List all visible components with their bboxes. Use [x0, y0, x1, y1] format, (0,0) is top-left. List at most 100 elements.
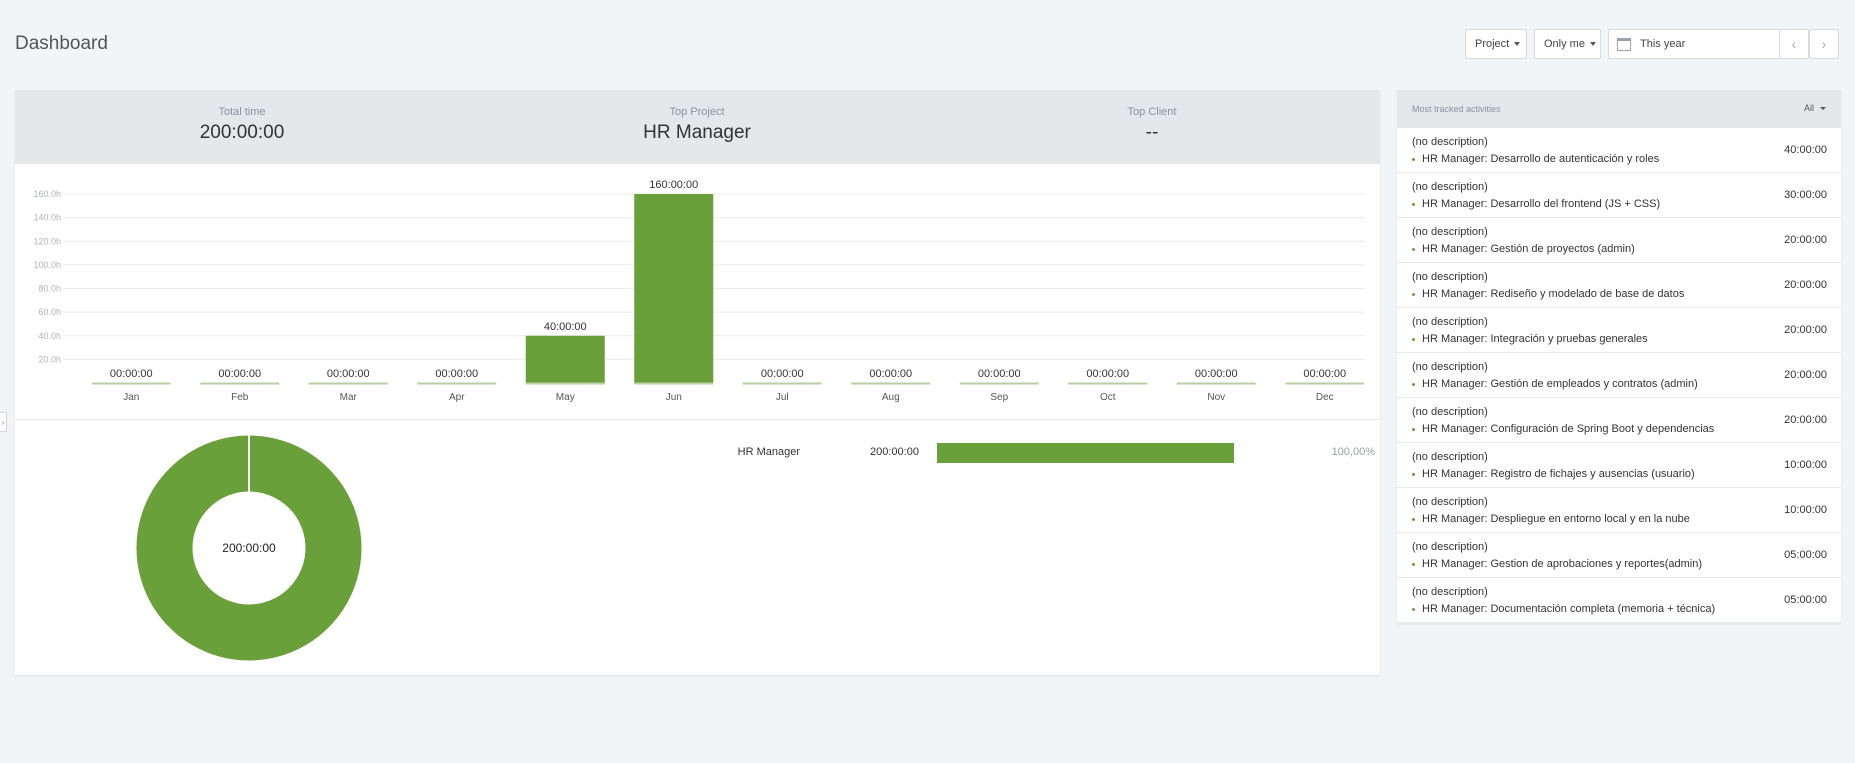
y-tick-label: 120.0h: [33, 236, 61, 246]
activity-duration: 05:00:00: [1784, 549, 1827, 561]
activities-title: Most tracked activities: [1412, 104, 1501, 114]
project-color-dot-icon: [1412, 247, 1415, 251]
activity-item[interactable]: (no description) HR Manager: Gestión de p…: [1397, 218, 1841, 263]
total-time-summary: Total time 200:00:00: [92, 106, 392, 144]
activity-project-label: HR Manager: Integración y pruebas genera…: [1422, 333, 1648, 345]
bar-value-label: 00:00:00: [1086, 368, 1129, 380]
project-filter-label: Project: [1475, 38, 1510, 50]
activity-description: (no description): [1412, 496, 1488, 508]
activity-list: (no description) HR Manager: Desarrollo d…: [1397, 128, 1841, 623]
activity-project: HR Manager: Desarrollo de autenticación …: [1412, 153, 1659, 165]
bar-may[interactable]: [525, 335, 605, 383]
x-tick-label: Oct: [1100, 392, 1116, 403]
activities-filter-dropdown[interactable]: All: [1804, 103, 1826, 113]
y-tick-label: 20.0h: [38, 354, 61, 364]
activity-project: HR Manager: Gestion de aprobaciones y re…: [1412, 558, 1702, 570]
next-period-button[interactable]: ›: [1809, 29, 1839, 59]
top-client-summary: Top Client --: [1002, 106, 1302, 144]
project-color-dot-icon: [1412, 472, 1415, 476]
activity-project-label: HR Manager: Gestión de empleados y contr…: [1422, 378, 1698, 390]
activity-item[interactable]: (no description) HR Manager: Gestion de a…: [1397, 533, 1841, 578]
activity-project-label: HR Manager: Desarrollo de autenticación …: [1422, 153, 1660, 165]
chevron-right-icon: ›: [1821, 36, 1827, 52]
activity-project: HR Manager: Gestión de empleados y contr…: [1412, 378, 1698, 390]
project-filter-dropdown[interactable]: Project: [1465, 29, 1527, 59]
activity-item[interactable]: (no description) HR Manager: Desarrollo d…: [1397, 128, 1841, 173]
bar-value-label: 00:00:00: [435, 368, 478, 380]
project-color-dot-icon: [1412, 427, 1415, 431]
bar-value-label: 00:00:00: [1195, 368, 1238, 380]
activity-description: (no description): [1412, 451, 1488, 463]
top-project-summary: Top Project HR Manager: [547, 106, 847, 144]
chart-divider: [15, 419, 1380, 420]
bar-jun[interactable]: [634, 194, 714, 383]
bar-value-label: 00:00:00: [761, 368, 804, 380]
project-breakdown-row: HR Manager 200:00:00 100,00%: [715, 442, 1375, 464]
x-tick-label: Nov: [1207, 392, 1225, 403]
bar-value-label: 160:00:00: [649, 179, 698, 191]
user-filter-dropdown[interactable]: Only me: [1534, 29, 1601, 59]
activity-item[interactable]: (no description) HR Manager: Desarrollo d…: [1397, 173, 1841, 218]
bar-value-label: 40:00:00: [544, 321, 587, 333]
activity-project-label: HR Manager: Gestión de proyectos (admin): [1422, 243, 1635, 255]
activity-project: HR Manager: Gestión de proyectos (admin): [1412, 243, 1635, 255]
activity-description: (no description): [1412, 541, 1488, 553]
activity-description: (no description): [1412, 271, 1488, 283]
x-tick-label: Jun: [666, 392, 682, 403]
activities-header: Most tracked activities All: [1397, 90, 1841, 128]
activity-item[interactable]: (no description) HR Manager: Configuració…: [1397, 398, 1841, 443]
y-tick-label: 100.0h: [33, 260, 61, 270]
activity-item[interactable]: (no description) HR Manager: Integración …: [1397, 308, 1841, 353]
total-time-label: Total time: [218, 106, 266, 118]
bar-value-label: 00:00:00: [978, 368, 1021, 380]
activity-item[interactable]: (no description) HR Manager: Documentació…: [1397, 578, 1841, 623]
project-color-dot-icon: [1412, 292, 1415, 296]
date-range-label: This year: [1640, 38, 1686, 50]
x-tick-label: Jul: [776, 392, 789, 403]
activity-item[interactable]: (no description) HR Manager: Registro de …: [1397, 443, 1841, 488]
bar-value-label: 00:00:00: [110, 368, 153, 380]
sidebar-toggle-button[interactable]: ›: [0, 412, 7, 432]
x-tick-label: Jan: [123, 392, 139, 403]
activity-duration: 30:00:00: [1784, 189, 1827, 201]
monthly-bar-chart: 20.0h 40.0h 60.0h 80.0h 100.0h 120.0h 140.0h 16…: [15, 164, 1380, 420]
activity-duration: 10:00:00: [1784, 459, 1827, 471]
activity-project-label: HR Manager: Rediseño y modelado de base …: [1422, 288, 1685, 300]
activity-project-label: HR Manager: Configuración de Spring Boot…: [1422, 423, 1715, 435]
bar-value-label: 00:00:00: [218, 368, 261, 380]
activity-project: HR Manager: Configuración de Spring Boot…: [1412, 423, 1714, 435]
activity-duration: 05:00:00: [1784, 594, 1827, 606]
date-range-picker[interactable]: This year: [1608, 29, 1780, 59]
bar-value-label: 00:00:00: [1303, 368, 1346, 380]
activity-description: (no description): [1412, 406, 1488, 418]
activity-project-label: HR Manager: Despliegue en entorno local …: [1422, 513, 1690, 525]
y-tick-label: 40.0h: [38, 331, 61, 341]
bar-chart-svg: 20.0h 40.0h 60.0h 80.0h 100.0h 120.0h 140.0h 16…: [33, 179, 1365, 403]
y-tick-label: 160.0h: [33, 189, 61, 199]
y-tick-label: 140.0h: [33, 213, 61, 223]
user-filter-label: Only me: [1544, 38, 1585, 50]
activity-duration: 10:00:00: [1784, 504, 1827, 516]
activity-item[interactable]: (no description) HR Manager: Rediseño y m…: [1397, 263, 1841, 308]
activity-duration: 20:00:00: [1784, 279, 1827, 291]
donut-total-label: 200:00:00: [222, 541, 276, 555]
activity-description: (no description): [1412, 226, 1488, 238]
x-tick-label: Aug: [882, 392, 900, 403]
calendar-icon: [1617, 37, 1631, 51]
project-color-dot-icon: [1412, 607, 1415, 611]
bar-value-label: 00:00:00: [869, 368, 912, 380]
top-project-label: Top Project: [669, 106, 725, 118]
activity-project: HR Manager: Registro de fichajes y ausen…: [1412, 468, 1695, 480]
x-tick-label: Apr: [449, 392, 465, 403]
activity-item[interactable]: (no description) HR Manager: Despliegue e…: [1397, 488, 1841, 533]
activity-item[interactable]: (no description) HR Manager: Gestión de e…: [1397, 353, 1841, 398]
activity-project-label: HR Manager: Desarrollo del frontend (JS …: [1422, 198, 1661, 210]
activity-project-label: HR Manager: Documentación completa (memo…: [1422, 603, 1716, 615]
page-title: Dashboard: [15, 33, 108, 54]
activity-project-label: HR Manager: Gestion de aprobaciones y re…: [1422, 558, 1703, 570]
activity-description: (no description): [1412, 136, 1488, 148]
project-color-dot-icon: [1412, 202, 1415, 206]
previous-period-button[interactable]: ‹: [1779, 29, 1809, 59]
activity-project: HR Manager: Despliegue en entorno local …: [1412, 513, 1690, 525]
top-client-label: Top Client: [1127, 106, 1177, 118]
